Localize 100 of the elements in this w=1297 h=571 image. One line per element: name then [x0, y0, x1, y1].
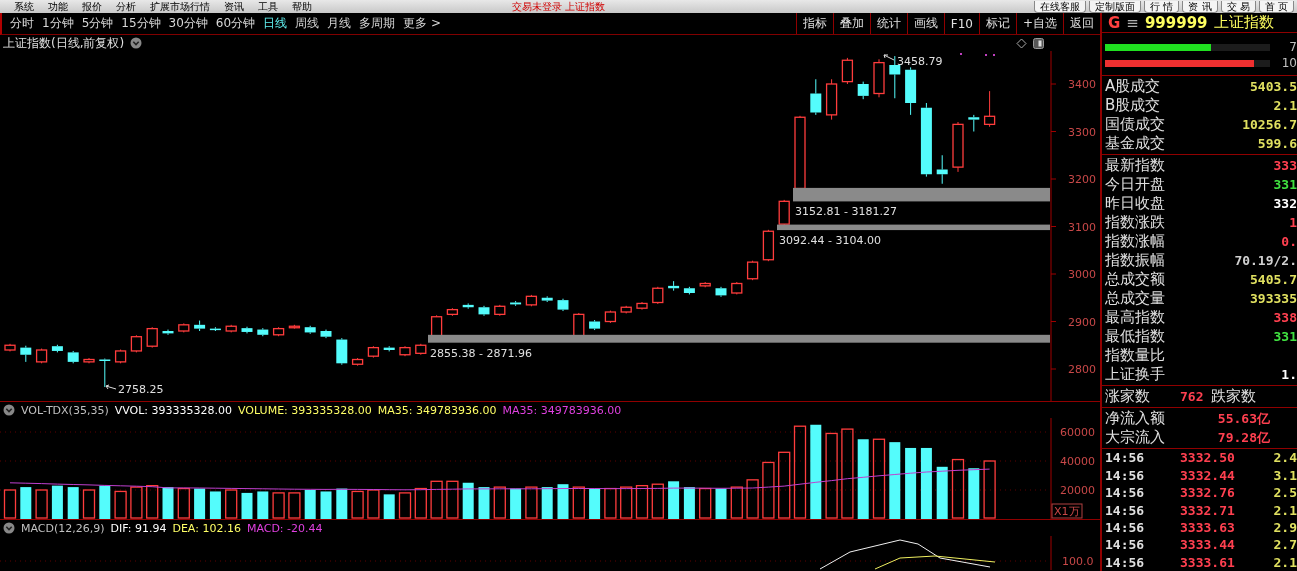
candle — [699, 281, 711, 288]
period-tab[interactable]: 5分钟 — [81, 15, 114, 32]
volume-bar — [99, 485, 111, 519]
axis-label: 60000 — [1060, 426, 1095, 439]
candle — [620, 305, 632, 314]
tick-volume: 2.4 — [1272, 450, 1297, 466]
chart-tool-button[interactable]: 返回 — [1063, 13, 1100, 34]
volume-bar — [462, 482, 474, 519]
period-tab[interactable]: 日线 — [263, 15, 288, 32]
candle — [494, 304, 506, 317]
volume-bar — [936, 466, 948, 519]
chart-tool-button[interactable]: 叠加 — [832, 13, 870, 34]
candle — [525, 294, 538, 307]
candle — [114, 349, 127, 364]
field-label: B股成交 — [1105, 96, 1161, 116]
menu-item[interactable]: 报价 — [82, 0, 102, 13]
nav-button[interactable]: 资 讯 — [1182, 0, 1218, 13]
candle — [320, 329, 332, 339]
volume-bar — [162, 487, 174, 519]
field-value: 331 — [1272, 329, 1297, 345]
chart-tool-button[interactable]: 指标 — [795, 13, 833, 34]
volume-bar — [430, 480, 443, 519]
stock-name: 上证指数 — [1213, 13, 1274, 33]
axis-label: 3000 — [1068, 268, 1096, 281]
candle — [20, 345, 32, 363]
volume-bar — [572, 486, 585, 519]
field-value: 332 — [1272, 196, 1297, 212]
period-tab[interactable]: 1分钟 — [42, 15, 74, 32]
field-value: 2.1 — [1272, 98, 1297, 114]
menu-item[interactable]: 功能 — [48, 0, 68, 13]
volume-bar — [778, 451, 791, 519]
period-tab[interactable]: 周线 — [295, 15, 320, 32]
candle — [399, 345, 411, 357]
nav-button[interactable]: 首 页 — [1258, 0, 1294, 13]
axis-label: 20000 — [1060, 484, 1095, 497]
axis-label: 100.0 — [1062, 555, 1094, 568]
price-range-label: 2855.38 - 2871.96 — [430, 346, 532, 360]
nav-button[interactable]: 定制版面 — [1089, 0, 1142, 13]
volume-bar — [730, 486, 743, 519]
period-tab[interactable]: 多周期 — [359, 15, 396, 32]
period-tab[interactable]: 15分钟 — [121, 15, 161, 32]
menu-item[interactable]: 扩展市场行情 — [150, 0, 210, 13]
volume-bar — [762, 461, 775, 519]
nav-button[interactable]: 行 情 — [1144, 0, 1180, 13]
nav-button[interactable]: 交 易 — [1220, 0, 1256, 13]
field-value: 599.6 — [1256, 136, 1297, 152]
field-value: 1. — [1280, 367, 1297, 383]
field-label: 指数量比 — [1105, 346, 1165, 366]
field-label: A股成交 — [1105, 77, 1161, 97]
volume-bar — [604, 487, 617, 519]
menu-item[interactable]: 分析 — [116, 0, 136, 13]
volume-bar — [225, 489, 238, 519]
period-tab[interactable]: 60分钟 — [215, 15, 256, 32]
tick-price: 3332.50 — [1180, 450, 1236, 466]
candle — [652, 286, 664, 305]
volume-bar — [968, 468, 980, 519]
chart-tool-button[interactable]: +自选 — [1015, 13, 1063, 34]
price-annotation: 2758.25 — [118, 383, 164, 396]
candle — [462, 302, 474, 310]
period-tab[interactable]: 30分钟 — [168, 15, 208, 32]
legend-text: VOL-TDX(35,35) — [21, 403, 109, 417]
volume-bar — [651, 483, 664, 519]
panel-toggle-icon[interactable] — [1033, 37, 1044, 49]
nav-button[interactable]: 在线客服 — [1034, 0, 1087, 13]
field-value: 333 — [1272, 158, 1297, 174]
field-label: 国债成交 — [1105, 115, 1165, 135]
volume-bar — [398, 492, 412, 519]
menu-icon[interactable]: ≡ — [1126, 13, 1139, 32]
candle — [857, 81, 869, 100]
candle — [351, 357, 364, 367]
period-tab[interactable]: 更多 > — [403, 15, 441, 32]
tick-price: 3332.44 — [1180, 467, 1236, 483]
candle — [541, 295, 553, 303]
legend-text: DIF: 91.94 — [110, 521, 167, 535]
unit-label: X1万 — [1051, 503, 1083, 519]
volume-bar — [414, 487, 427, 519]
field-label: 基金成交 — [1105, 134, 1165, 154]
field-value: 55.63亿 — [1216, 409, 1270, 428]
tick-price: 3332.76 — [1180, 485, 1236, 501]
volume-bar — [82, 489, 96, 519]
period-tab[interactable]: 月线 — [327, 15, 352, 32]
chart-tool-button[interactable]: 标记 — [978, 13, 1016, 34]
period-tab[interactable]: 分时 — [10, 15, 34, 32]
chart-tool-button[interactable]: 画线 — [906, 13, 944, 34]
menu-item[interactable]: 资讯 — [224, 0, 244, 13]
menu-item[interactable]: 帮助 — [292, 0, 312, 13]
chart-tool-button[interactable]: F10 — [943, 13, 979, 34]
field-label: 总成交额 — [1105, 270, 1165, 290]
menu-item[interactable]: 系统 — [14, 0, 34, 13]
legend-text: MACD: -20.44 — [246, 521, 323, 535]
menu-item[interactable]: 工具 — [258, 0, 278, 13]
candle — [35, 348, 48, 364]
diamond-icon[interactable] — [1016, 37, 1027, 49]
candle — [683, 286, 695, 295]
axis-label: 2800 — [1068, 363, 1096, 376]
price-range-label: 3152.81 - 3181.27 — [795, 205, 897, 219]
tick-time: 14:56 — [1105, 520, 1146, 535]
candle — [367, 345, 380, 359]
chart-tool-button[interactable]: 统计 — [869, 13, 907, 34]
field-label: 指数涨幅 — [1105, 232, 1165, 252]
